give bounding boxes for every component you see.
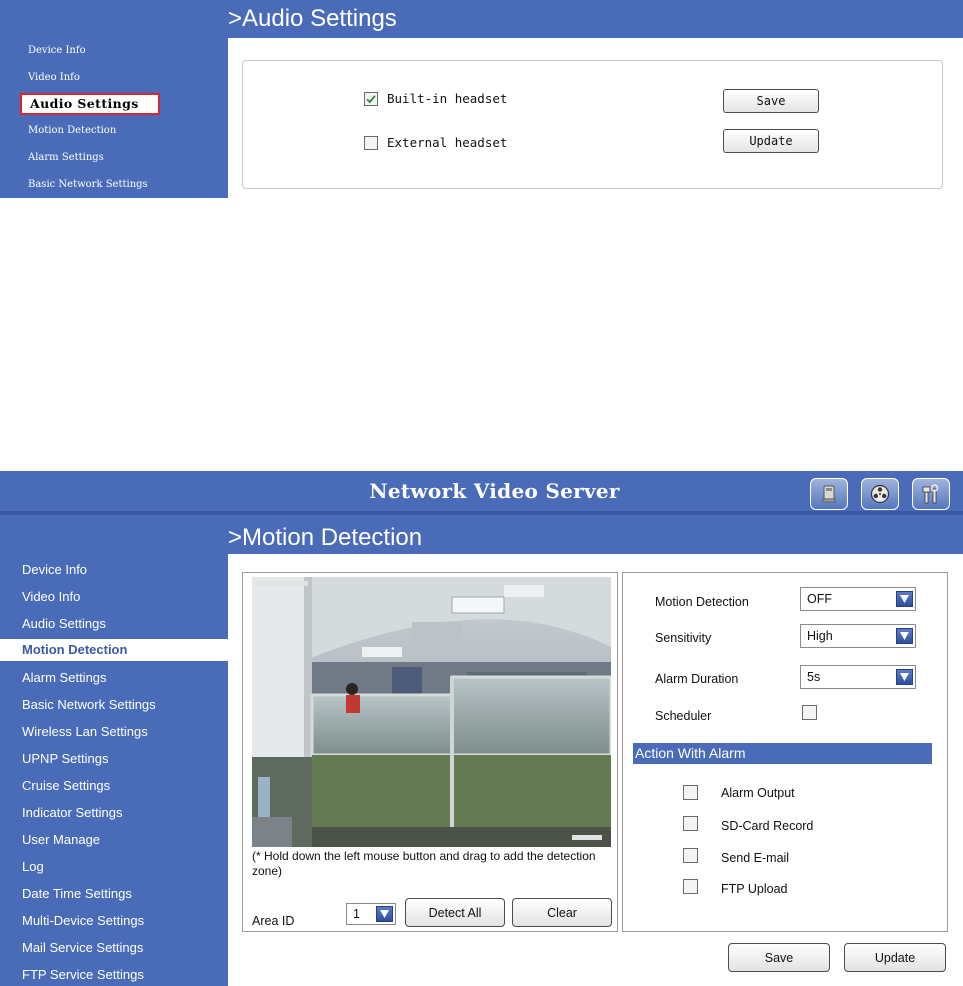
camera-preview[interactable] bbox=[252, 577, 611, 847]
save-button[interactable]: Save bbox=[728, 943, 830, 972]
sidebar-item-wireless-lan-settings[interactable]: Wireless Lan Settings bbox=[22, 724, 148, 739]
sidebar-item-upnp-settings[interactable]: UPNP Settings bbox=[22, 751, 108, 766]
alarm-duration-value: 5s bbox=[807, 670, 821, 684]
area-id-label: Area ID bbox=[252, 914, 295, 928]
sensitivity-value: High bbox=[807, 629, 833, 643]
sidebar-item-mail-service-settings[interactable]: Mail Service Settings bbox=[22, 940, 143, 955]
alarm-output-label: Alarm Output bbox=[721, 786, 795, 800]
sensitivity-select[interactable]: High bbox=[800, 624, 916, 648]
sidebar-item-audio-settings[interactable]: Audio Settings bbox=[20, 93, 160, 115]
ftp-upload-label: FTP Upload bbox=[721, 882, 788, 896]
sidebar-item-motion-detection[interactable]: Motion Detection bbox=[28, 125, 116, 136]
dropdown-arrow-icon[interactable] bbox=[896, 591, 913, 607]
sidebar: Device Info Video Info Audio Settings Mo… bbox=[0, 0, 228, 198]
ftp-upload-checkbox[interactable] bbox=[683, 879, 698, 894]
sidebar-item-alarm-settings[interactable]: Alarm Settings bbox=[28, 152, 104, 163]
sidebar: Device Info Video Info Audio Settings Mo… bbox=[0, 515, 228, 986]
checkmark-icon bbox=[366, 94, 376, 103]
sidebar-item-video-info[interactable]: Video Info bbox=[28, 72, 80, 83]
scheduler-checkbox[interactable] bbox=[802, 705, 817, 720]
dropdown-arrow-icon[interactable] bbox=[896, 628, 913, 644]
sidebar-item-audio-settings[interactable]: Audio Settings bbox=[22, 616, 106, 631]
page-title: >Audio Settings bbox=[228, 5, 397, 32]
external-headset-checkbox[interactable] bbox=[364, 135, 378, 150]
external-headset-label: External headset bbox=[387, 135, 508, 150]
tools-icon[interactable] bbox=[912, 478, 950, 510]
sidebar-item-log[interactable]: Log bbox=[22, 859, 44, 874]
app-header: Network Video Server bbox=[0, 471, 963, 515]
action-with-alarm-header: Action With Alarm bbox=[633, 743, 932, 764]
page-title: >Motion Detection bbox=[228, 524, 423, 551]
title-bar: >Audio Settings bbox=[228, 0, 963, 38]
monitor-icon[interactable] bbox=[810, 478, 848, 510]
sidebar-item-alarm-settings[interactable]: Alarm Settings bbox=[22, 670, 107, 685]
dropdown-arrow-icon[interactable] bbox=[896, 669, 913, 685]
sidebar-item-basic-network-settings[interactable]: Basic Network Settings bbox=[28, 179, 148, 190]
motion-detection-label: Motion Detection bbox=[655, 595, 749, 609]
sidebar-item-motion-detection[interactable]: Motion Detection bbox=[0, 639, 228, 661]
title-bar: >Motion Detection bbox=[228, 515, 963, 554]
built-in-headset-label: Built-in headset bbox=[387, 91, 508, 106]
motion-detection-value: OFF bbox=[807, 592, 832, 606]
sidebar-item-device-info[interactable]: Device Info bbox=[28, 45, 86, 56]
update-button[interactable]: Update bbox=[723, 129, 819, 153]
sd-card-record-label: SD-Card Record bbox=[721, 819, 814, 833]
clear-button[interactable]: Clear bbox=[512, 898, 612, 927]
sidebar-item-cruise-settings[interactable]: Cruise Settings bbox=[22, 778, 110, 793]
area-id-value: 1 bbox=[353, 907, 360, 921]
audio-settings-panel: Device Info Video Info Audio Settings Mo… bbox=[0, 0, 963, 198]
update-button[interactable]: Update bbox=[844, 943, 946, 972]
sidebar-item-device-info[interactable]: Device Info bbox=[22, 562, 87, 577]
video-preview-box: (* Hold down the left mouse button and d… bbox=[242, 572, 618, 932]
audio-options-box: Built-in headset External headset Save U… bbox=[242, 60, 943, 189]
dropdown-arrow-icon[interactable] bbox=[376, 906, 393, 922]
built-in-headset-checkbox[interactable] bbox=[364, 91, 378, 106]
send-email-label: Send E-mail bbox=[721, 851, 790, 865]
send-email-checkbox[interactable] bbox=[683, 848, 698, 863]
alarm-output-checkbox[interactable] bbox=[683, 785, 698, 800]
film-reel-icon[interactable] bbox=[861, 478, 899, 510]
built-in-headset-option[interactable]: Built-in headset bbox=[364, 91, 507, 106]
sidebar-item-video-info[interactable]: Video Info bbox=[22, 589, 80, 604]
sidebar-item-indicator-settings[interactable]: Indicator Settings bbox=[22, 805, 122, 820]
save-button[interactable]: Save bbox=[723, 89, 819, 113]
motion-detection-select[interactable]: OFF bbox=[800, 587, 916, 611]
sidebar-item-basic-network-settings[interactable]: Basic Network Settings bbox=[22, 697, 156, 712]
sidebar-item-multi-device-settings[interactable]: Multi-Device Settings bbox=[22, 913, 144, 928]
motion-settings-box: Motion Detection OFF Sensitivity High Al… bbox=[622, 572, 948, 932]
area-id-select[interactable]: 1 bbox=[346, 903, 396, 925]
detection-zone-hint: (* Hold down the left mouse button and d… bbox=[252, 849, 596, 878]
external-headset-option[interactable]: External headset bbox=[364, 135, 507, 150]
detect-all-button[interactable]: Detect All bbox=[405, 898, 505, 927]
sidebar-item-user-manage[interactable]: User Manage bbox=[22, 832, 100, 847]
sensitivity-label: Sensitivity bbox=[655, 631, 712, 645]
motion-detection-panel: Network Video Server Device Info Video I… bbox=[0, 471, 963, 986]
sidebar-item-date-time-settings[interactable]: Date Time Settings bbox=[22, 886, 132, 901]
sd-card-record-checkbox[interactable] bbox=[683, 816, 698, 831]
alarm-duration-label: Alarm Duration bbox=[655, 672, 739, 686]
alarm-duration-select[interactable]: 5s bbox=[800, 665, 916, 689]
sidebar-item-ftp-service-settings[interactable]: FTP Service Settings bbox=[22, 967, 144, 982]
scheduler-label: Scheduler bbox=[655, 709, 712, 723]
